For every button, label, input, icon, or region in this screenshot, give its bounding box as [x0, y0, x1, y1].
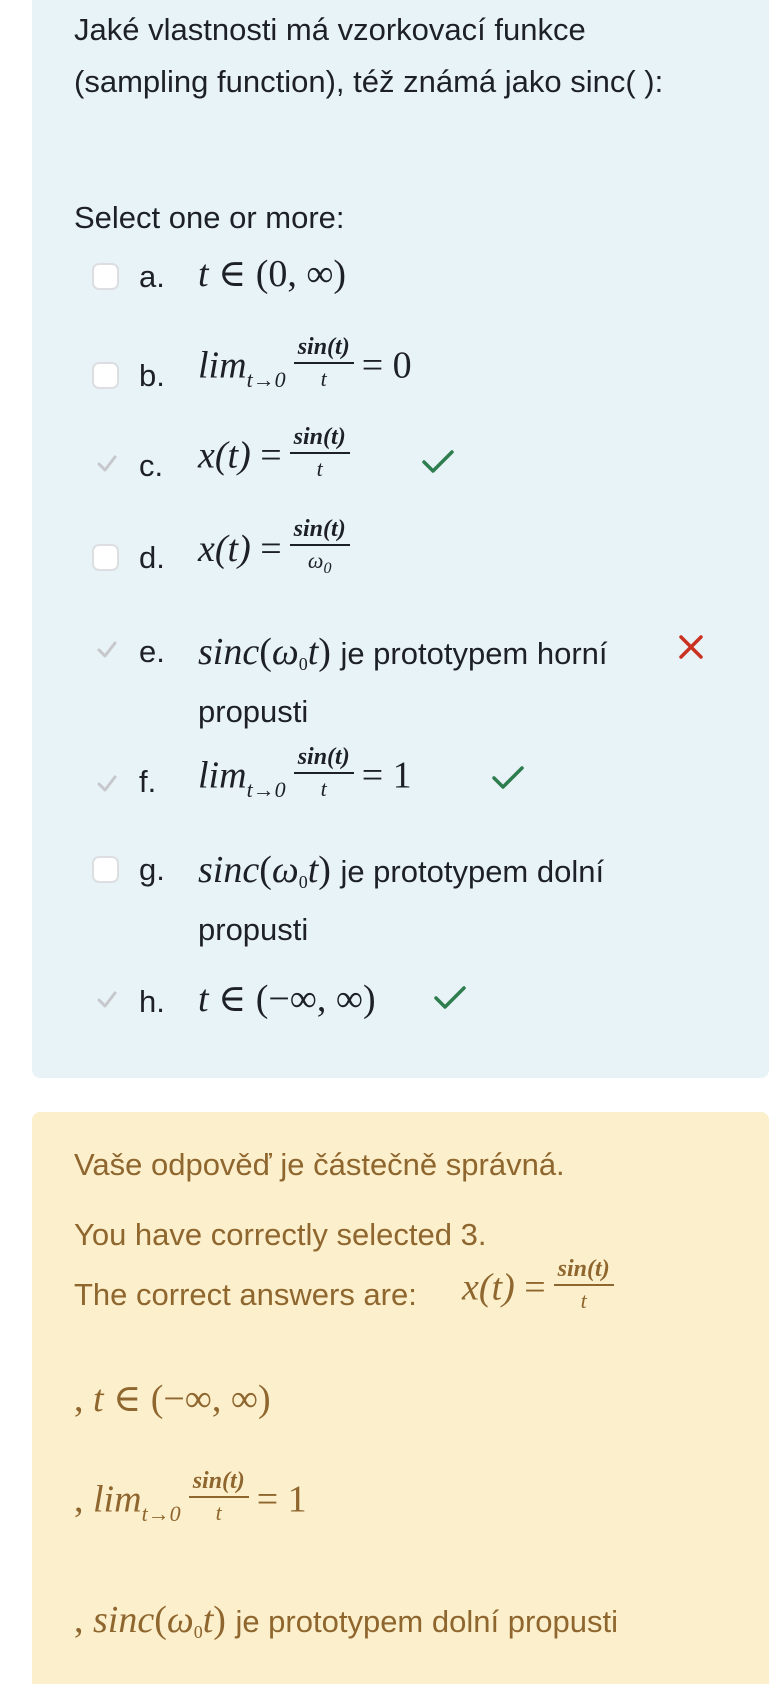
- option-h-math: t ∈ (−∞, ∞): [198, 978, 376, 1020]
- option-letter: f.: [139, 764, 157, 799]
- option-g-math: sinc(ω0t) je prototypem dolní propusti: [198, 849, 605, 947]
- quiz-page: Jaké vlastnosti má vzorkovací funkce (sa…: [0, 0, 779, 1684]
- checkbox-f-checked-icon[interactable]: [94, 771, 120, 797]
- option-letter: a.: [139, 259, 165, 294]
- option-e[interactable]: e. sinc(ω0t) je prototypem horní propust…: [0, 620, 779, 729]
- option-letter: e.: [139, 634, 165, 669]
- option-f-math: limt→0 sin(t) t = 1: [198, 744, 412, 810]
- option-letter: d.: [139, 540, 165, 575]
- correct-answer-2: , t ∈ (−∞, ∞): [74, 1378, 271, 1420]
- option-d-math: x(t) = sin(t) ω0: [198, 516, 358, 585]
- correct-answer-1: x(t) = sin(t) t: [462, 1256, 622, 1322]
- feedback-status: Vaše odpověď je částečně správná.: [74, 1147, 565, 1182]
- checkbox-c-checked-icon[interactable]: [94, 451, 120, 477]
- option-e-math: sinc(ω0t) je prototypem horní propusti: [198, 631, 608, 729]
- checkbox-h-checked-icon[interactable]: [94, 987, 120, 1013]
- feedback-correct-label: The correct answers are:: [74, 1277, 417, 1312]
- option-a-math: t ∈ (0, ∞): [198, 253, 347, 295]
- correct-answer-4: , sinc(ω0t) je prototypem dolní propusti: [74, 1599, 618, 1642]
- feedback-selected-count: You have correctly selected 3.: [74, 1217, 487, 1252]
- option-letter: b.: [139, 358, 165, 393]
- correct-check-icon: [434, 986, 466, 1009]
- option-c-math: x(t) = sin(t) t: [198, 424, 358, 490]
- checkbox-b[interactable]: [92, 362, 119, 389]
- option-c[interactable]: c. x(t) = sin(t) t: [0, 424, 779, 494]
- checkbox-g[interactable]: [92, 856, 119, 883]
- checkbox-a[interactable]: [92, 263, 119, 290]
- select-prompt: Select one or more:: [74, 200, 345, 235]
- correct-answer-3: , limt→0 sin(t) t = 1: [74, 1468, 307, 1534]
- checkbox-d[interactable]: [92, 544, 119, 571]
- option-a[interactable]: a. t ∈ (0, ∞): [0, 245, 779, 305]
- option-f[interactable]: f. limt→0 sin(t) t = 1: [0, 744, 779, 814]
- option-g[interactable]: g. sinc(ω0t) je prototypem dolní propust…: [0, 838, 779, 947]
- option-letter: h.: [139, 984, 165, 1019]
- option-letter: c.: [139, 448, 164, 483]
- option-b-math: limt→0 sin(t) t = 0: [198, 334, 412, 400]
- option-b[interactable]: b. limt→0 sin(t) t = 0: [0, 334, 779, 404]
- option-h[interactable]: h. t ∈ (−∞, ∞): [0, 970, 779, 1030]
- option-d[interactable]: d. x(t) = sin(t) ω0: [0, 516, 779, 586]
- checkbox-e-checked-icon[interactable]: [94, 637, 120, 663]
- correct-check-icon: [422, 450, 454, 473]
- correct-check-icon: [492, 766, 524, 789]
- incorrect-cross-icon: [679, 635, 703, 659]
- question-text: Jaké vlastnosti má vzorkovací funkce (sa…: [74, 12, 664, 99]
- option-letter: g.: [139, 852, 165, 887]
